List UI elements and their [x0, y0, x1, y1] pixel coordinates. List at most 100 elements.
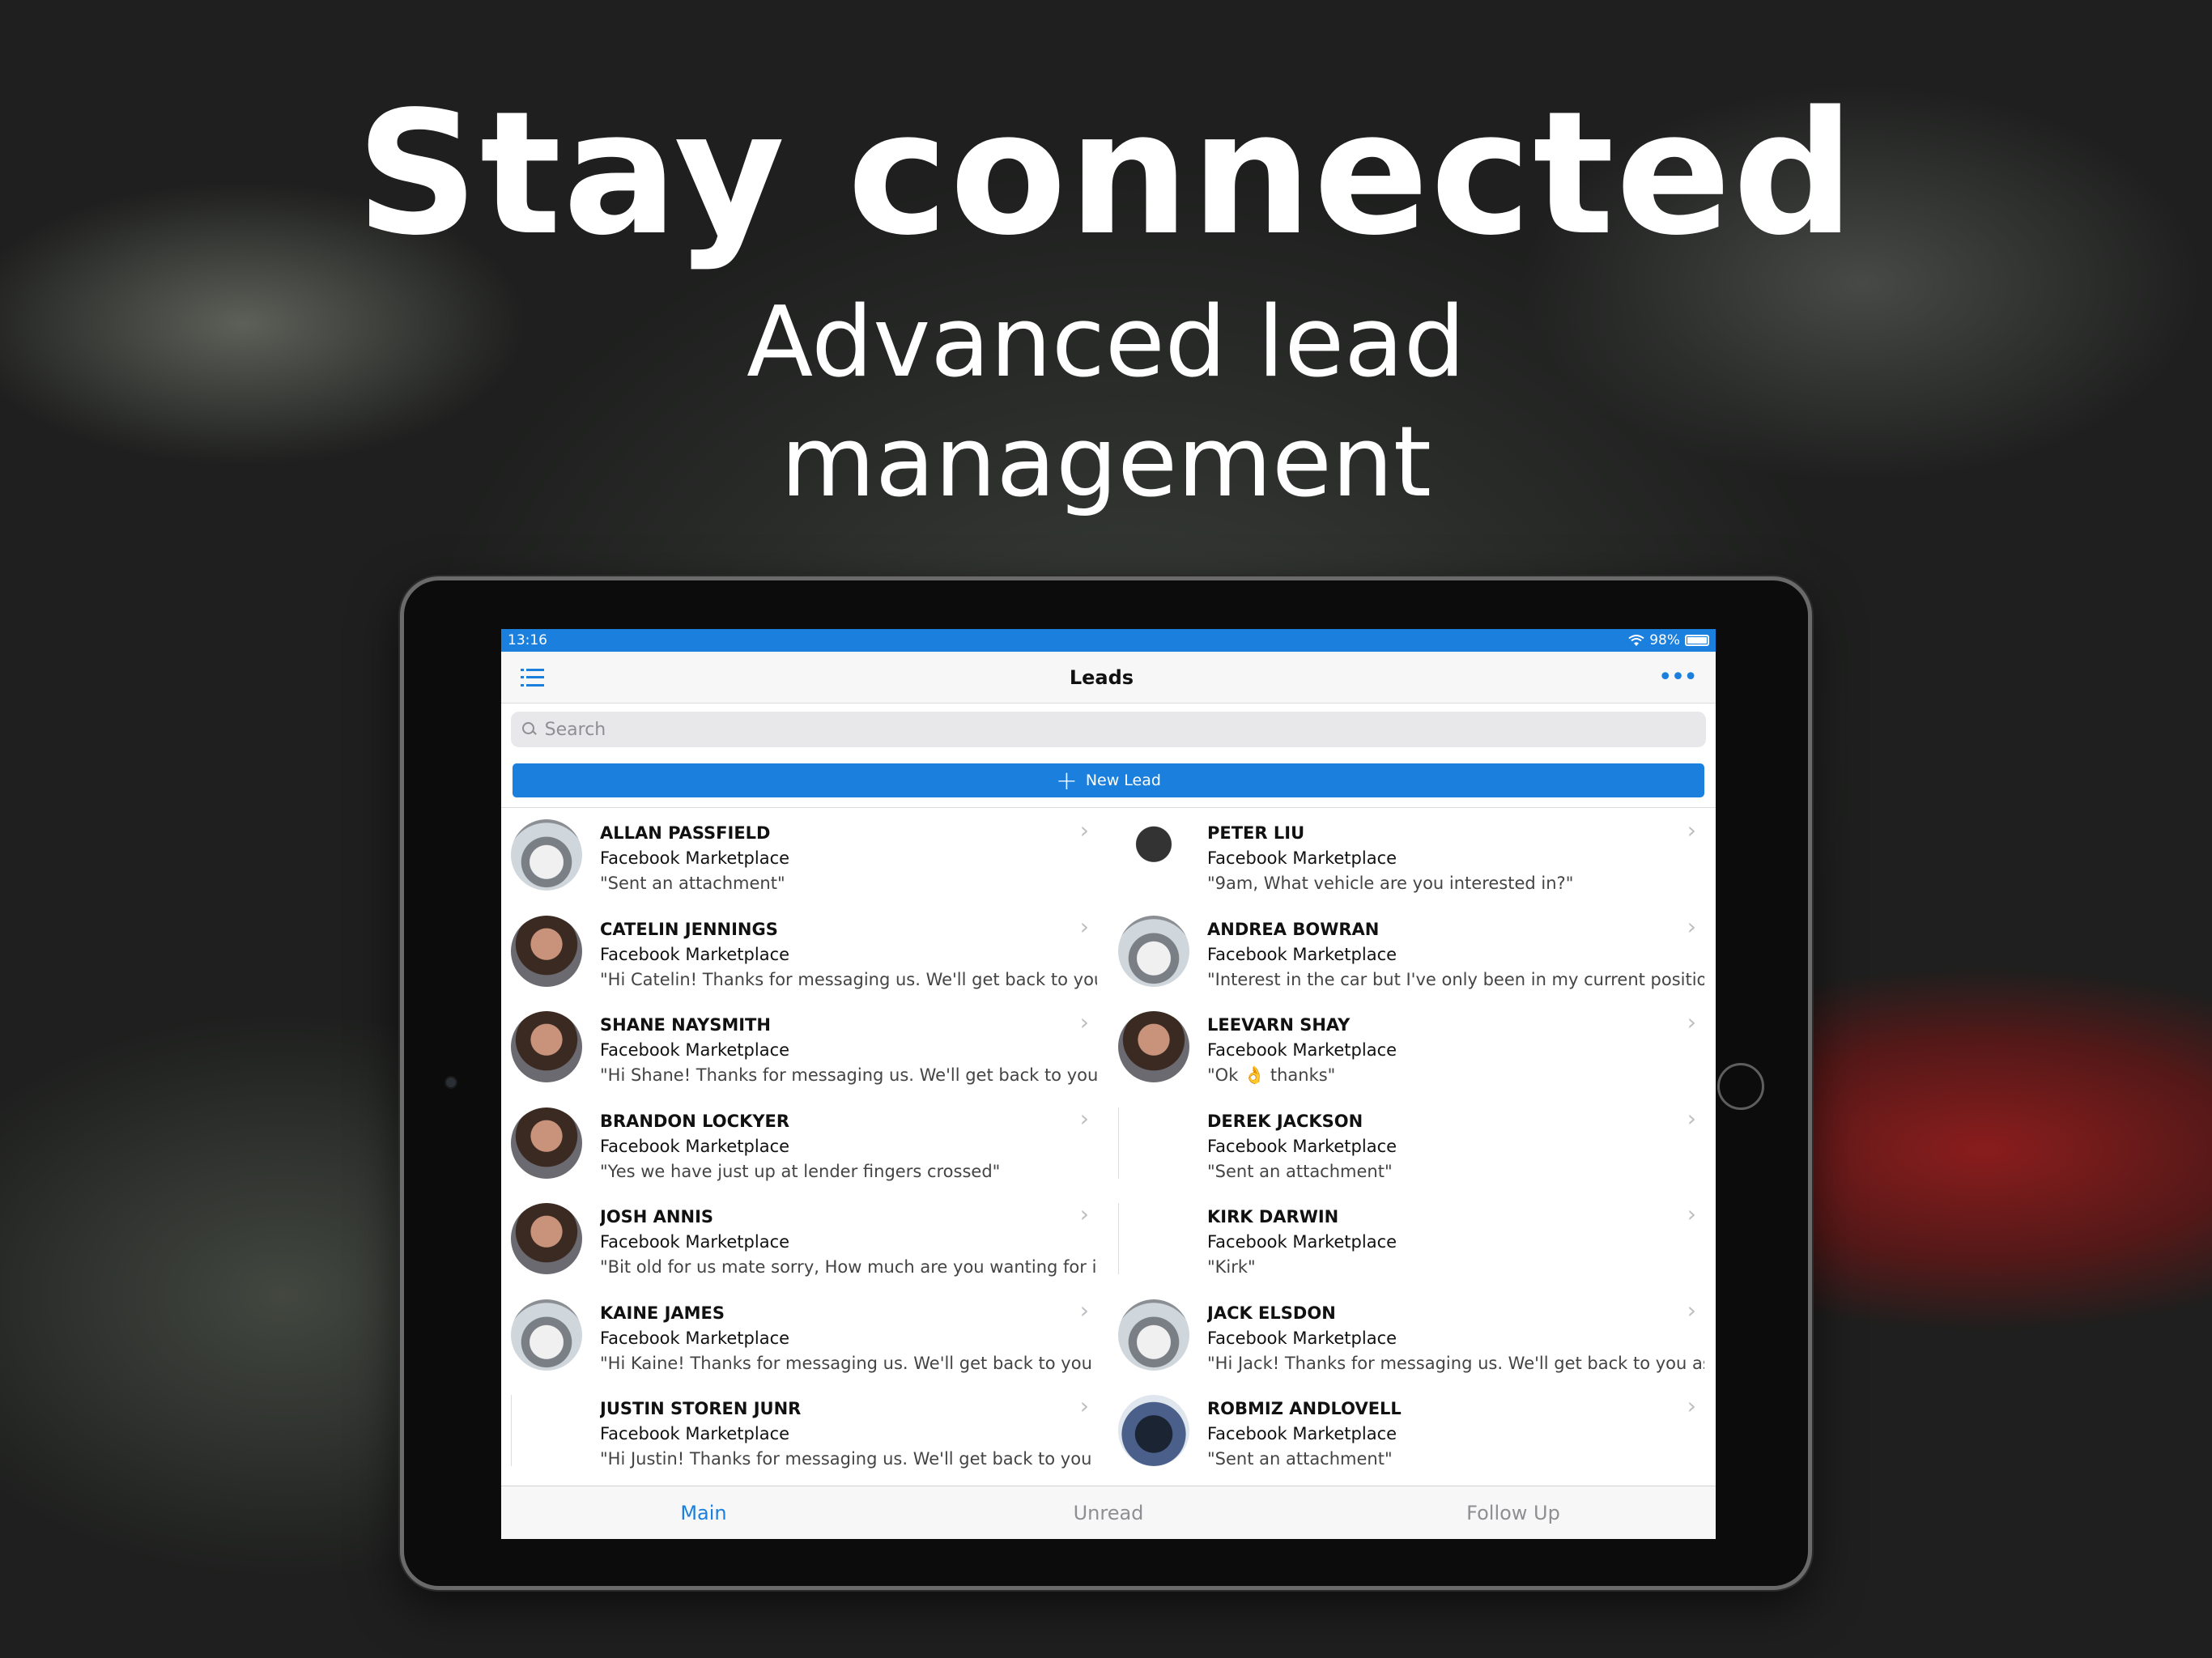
lead-msg: "Hi Shane! Thanks for messaging us. We'l… — [600, 1065, 1097, 1085]
lead-name: PETER LIU — [1207, 823, 1305, 843]
lead-source: Facebook Marketplace — [600, 1328, 790, 1348]
wifi-icon — [1628, 634, 1644, 646]
new-lead-label: New Lead — [1085, 772, 1161, 789]
search-input[interactable] — [544, 719, 1695, 740]
status-bar: 13:16 98% — [501, 629, 1716, 652]
new-lead-button[interactable]: + New Lead — [513, 763, 1704, 797]
leads-column-right: PETER LIU Facebook Marketplace "9am, What … — [1108, 808, 1716, 1480]
avatar — [511, 1299, 582, 1371]
chevron-right-icon: › — [1079, 912, 1089, 940]
lead-text: JUSTIN STOREN JUNR Facebook Marketplace "H… — [600, 1393, 1097, 1472]
lead-source: Facebook Marketplace — [1207, 1328, 1397, 1348]
more-icon[interactable]: ••• — [1658, 665, 1698, 690]
avatar — [511, 819, 582, 891]
lead-text: ANDREA BOWRAN Facebook Marketplace "Intere… — [1207, 914, 1704, 993]
chevron-right-icon: › — [1079, 1296, 1089, 1324]
chevron-right-icon: › — [1687, 1392, 1696, 1419]
search-icon — [522, 722, 537, 737]
lead-name: ROBMIZ ANDLOVELL — [1207, 1399, 1402, 1418]
lead-name: JACK ELSDON — [1207, 1303, 1336, 1323]
lead-text: ALLAN PASSFIELD Facebook Marketplace "Sent… — [600, 818, 1097, 896]
lead-row[interactable]: KIRK DARWIN Facebook Marketplace "Kirk" › — [1108, 1192, 1716, 1288]
lead-row[interactable]: KAINE JAMES Facebook Marketplace "Hi Kaine… — [501, 1288, 1108, 1384]
battery-percent: 98% — [1649, 632, 1680, 648]
lead-text: ROBMIZ ANDLOVELL Facebook Marketplace "Sen… — [1207, 1393, 1704, 1472]
lead-name: SHANE NAYSMITH — [600, 1015, 771, 1035]
lead-msg: "Hi Justin! Thanks for messaging us. We'… — [600, 1449, 1092, 1469]
lead-name: BRANDON LOCKYER — [600, 1111, 790, 1131]
hero-title: Stay connected — [355, 74, 1857, 273]
avatar — [1118, 1299, 1189, 1371]
tablet-device: 13:16 98% Leads ••• Search + New Lead AL… — [400, 576, 1812, 1590]
lead-row[interactable]: DEREK JACKSON Facebook Marketplace "Sent a… — [1108, 1096, 1716, 1192]
list-icon[interactable] — [521, 668, 545, 687]
lead-msg: "Interest in the car but I've only been … — [1207, 969, 1704, 989]
lead-source: Facebook Marketplace — [600, 848, 790, 868]
avatar — [1118, 1395, 1189, 1466]
lead-source: Facebook Marketplace — [1207, 944, 1397, 964]
lead-source: Facebook Marketplace — [600, 1424, 790, 1443]
chevron-right-icon: › — [1687, 817, 1696, 844]
leads-column-left: ALLAN PASSFIELD Facebook Marketplace "Sent… — [501, 808, 1108, 1480]
lead-text: LEEVARN SHAY Facebook Marketplace "Ok 👌 th… — [1207, 1010, 1704, 1088]
lead-name: ALLAN PASSFIELD — [600, 823, 771, 843]
lead-msg: "Sent an attachment" — [1207, 1161, 1393, 1181]
lead-source: Facebook Marketplace — [600, 944, 790, 964]
lead-msg: "Sent an attachment" — [1207, 1449, 1393, 1469]
lead-name: LEEVARN SHAY — [1207, 1015, 1351, 1035]
leads-grid: ALLAN PASSFIELD Facebook Marketplace "Sent… — [501, 808, 1716, 1480]
avatar — [1118, 1203, 1119, 1274]
chevron-right-icon: › — [1687, 912, 1696, 940]
lead-name: JOSH ANNIS — [600, 1207, 714, 1226]
lead-text: JACK ELSDON Facebook Marketplace "Hi Jack!… — [1207, 1298, 1704, 1376]
status-right: 98% — [1628, 632, 1709, 648]
chevron-right-icon: › — [1079, 1104, 1089, 1132]
status-time: 13:16 — [508, 632, 547, 648]
lead-source: Facebook Marketplace — [600, 1040, 790, 1060]
lead-row[interactable]: JUSTIN STOREN JUNR Facebook Marketplace "H… — [501, 1384, 1108, 1480]
lead-source: Facebook Marketplace — [600, 1136, 790, 1156]
hero-subtitle: Advanced lead management — [747, 287, 1465, 519]
lead-row[interactable]: JACK ELSDON Facebook Marketplace "Hi Jack!… — [1108, 1288, 1716, 1384]
lead-row[interactable]: BRANDON LOCKYER Facebook Marketplace "Yes … — [501, 1096, 1108, 1192]
lead-text: PETER LIU Facebook Marketplace "9am, What … — [1207, 818, 1704, 896]
chevron-right-icon: › — [1687, 1296, 1696, 1324]
lead-name: JUSTIN STOREN JUNR — [600, 1399, 802, 1418]
chevron-right-icon: › — [1687, 1104, 1696, 1132]
battery-icon — [1685, 635, 1709, 646]
lead-msg: "9am, What vehicle are you interested in… — [1207, 874, 1574, 893]
lead-row[interactable]: ROBMIZ ANDLOVELL Facebook Marketplace "Sen… — [1108, 1384, 1716, 1480]
battery-fill — [1687, 637, 1707, 644]
camera-icon — [445, 1076, 457, 1089]
avatar — [1118, 819, 1189, 891]
tab-bar: Main Unread Follow Up — [501, 1486, 1716, 1539]
lead-text: CATELIN JENNINGS Facebook Marketplace "Hi … — [600, 914, 1097, 993]
avatar — [511, 915, 582, 987]
lead-name: KIRK DARWIN — [1207, 1207, 1339, 1226]
tab-main[interactable]: Main — [501, 1486, 906, 1539]
lead-row[interactable]: ALLAN PASSFIELD Facebook Marketplace "Sent… — [501, 808, 1108, 904]
chevron-right-icon: › — [1687, 1201, 1696, 1227]
lead-source: Facebook Marketplace — [1207, 848, 1397, 868]
tab-follow-up[interactable]: Follow Up — [1311, 1486, 1716, 1539]
lead-row[interactable]: PETER LIU Facebook Marketplace "9am, What … — [1108, 808, 1716, 904]
lead-row[interactable]: SHANE NAYSMITH Facebook Marketplace "Hi Sh… — [501, 1000, 1108, 1096]
app-screen: 13:16 98% Leads ••• Search + New Lead AL… — [501, 629, 1716, 1539]
chevron-right-icon: › — [1079, 817, 1089, 844]
lead-text: BRANDON LOCKYER Facebook Marketplace "Yes … — [600, 1106, 1097, 1184]
lead-row[interactable]: CATELIN JENNINGS Facebook Marketplace "Hi … — [501, 904, 1108, 1001]
home-button[interactable] — [1717, 1063, 1764, 1110]
chevron-right-icon: › — [1079, 1201, 1089, 1227]
lead-name: KAINE JAMES — [600, 1303, 725, 1323]
lead-row[interactable]: LEEVARN SHAY Facebook Marketplace "Ok 👌 th… — [1108, 1000, 1716, 1096]
avatar — [1118, 1011, 1189, 1082]
lead-row[interactable]: JOSH ANNIS Facebook Marketplace "Bit old f… — [501, 1192, 1108, 1288]
lead-name: DEREK JACKSON — [1207, 1111, 1363, 1131]
tab-unread[interactable]: Unread — [906, 1486, 1311, 1539]
lead-row[interactable]: ANDREA BOWRAN Facebook Marketplace "Intere… — [1108, 904, 1716, 1001]
lead-msg: "Hi Jack! Thanks for messaging us. We'll… — [1207, 1353, 1704, 1373]
lead-msg: "Hi Kaine! Thanks for messaging us. We'l… — [600, 1353, 1092, 1373]
lead-msg: "Hi Catelin! Thanks for messaging us. We… — [600, 969, 1097, 989]
search-box[interactable] — [511, 712, 1706, 747]
chevron-right-icon: › — [1687, 1009, 1696, 1035]
